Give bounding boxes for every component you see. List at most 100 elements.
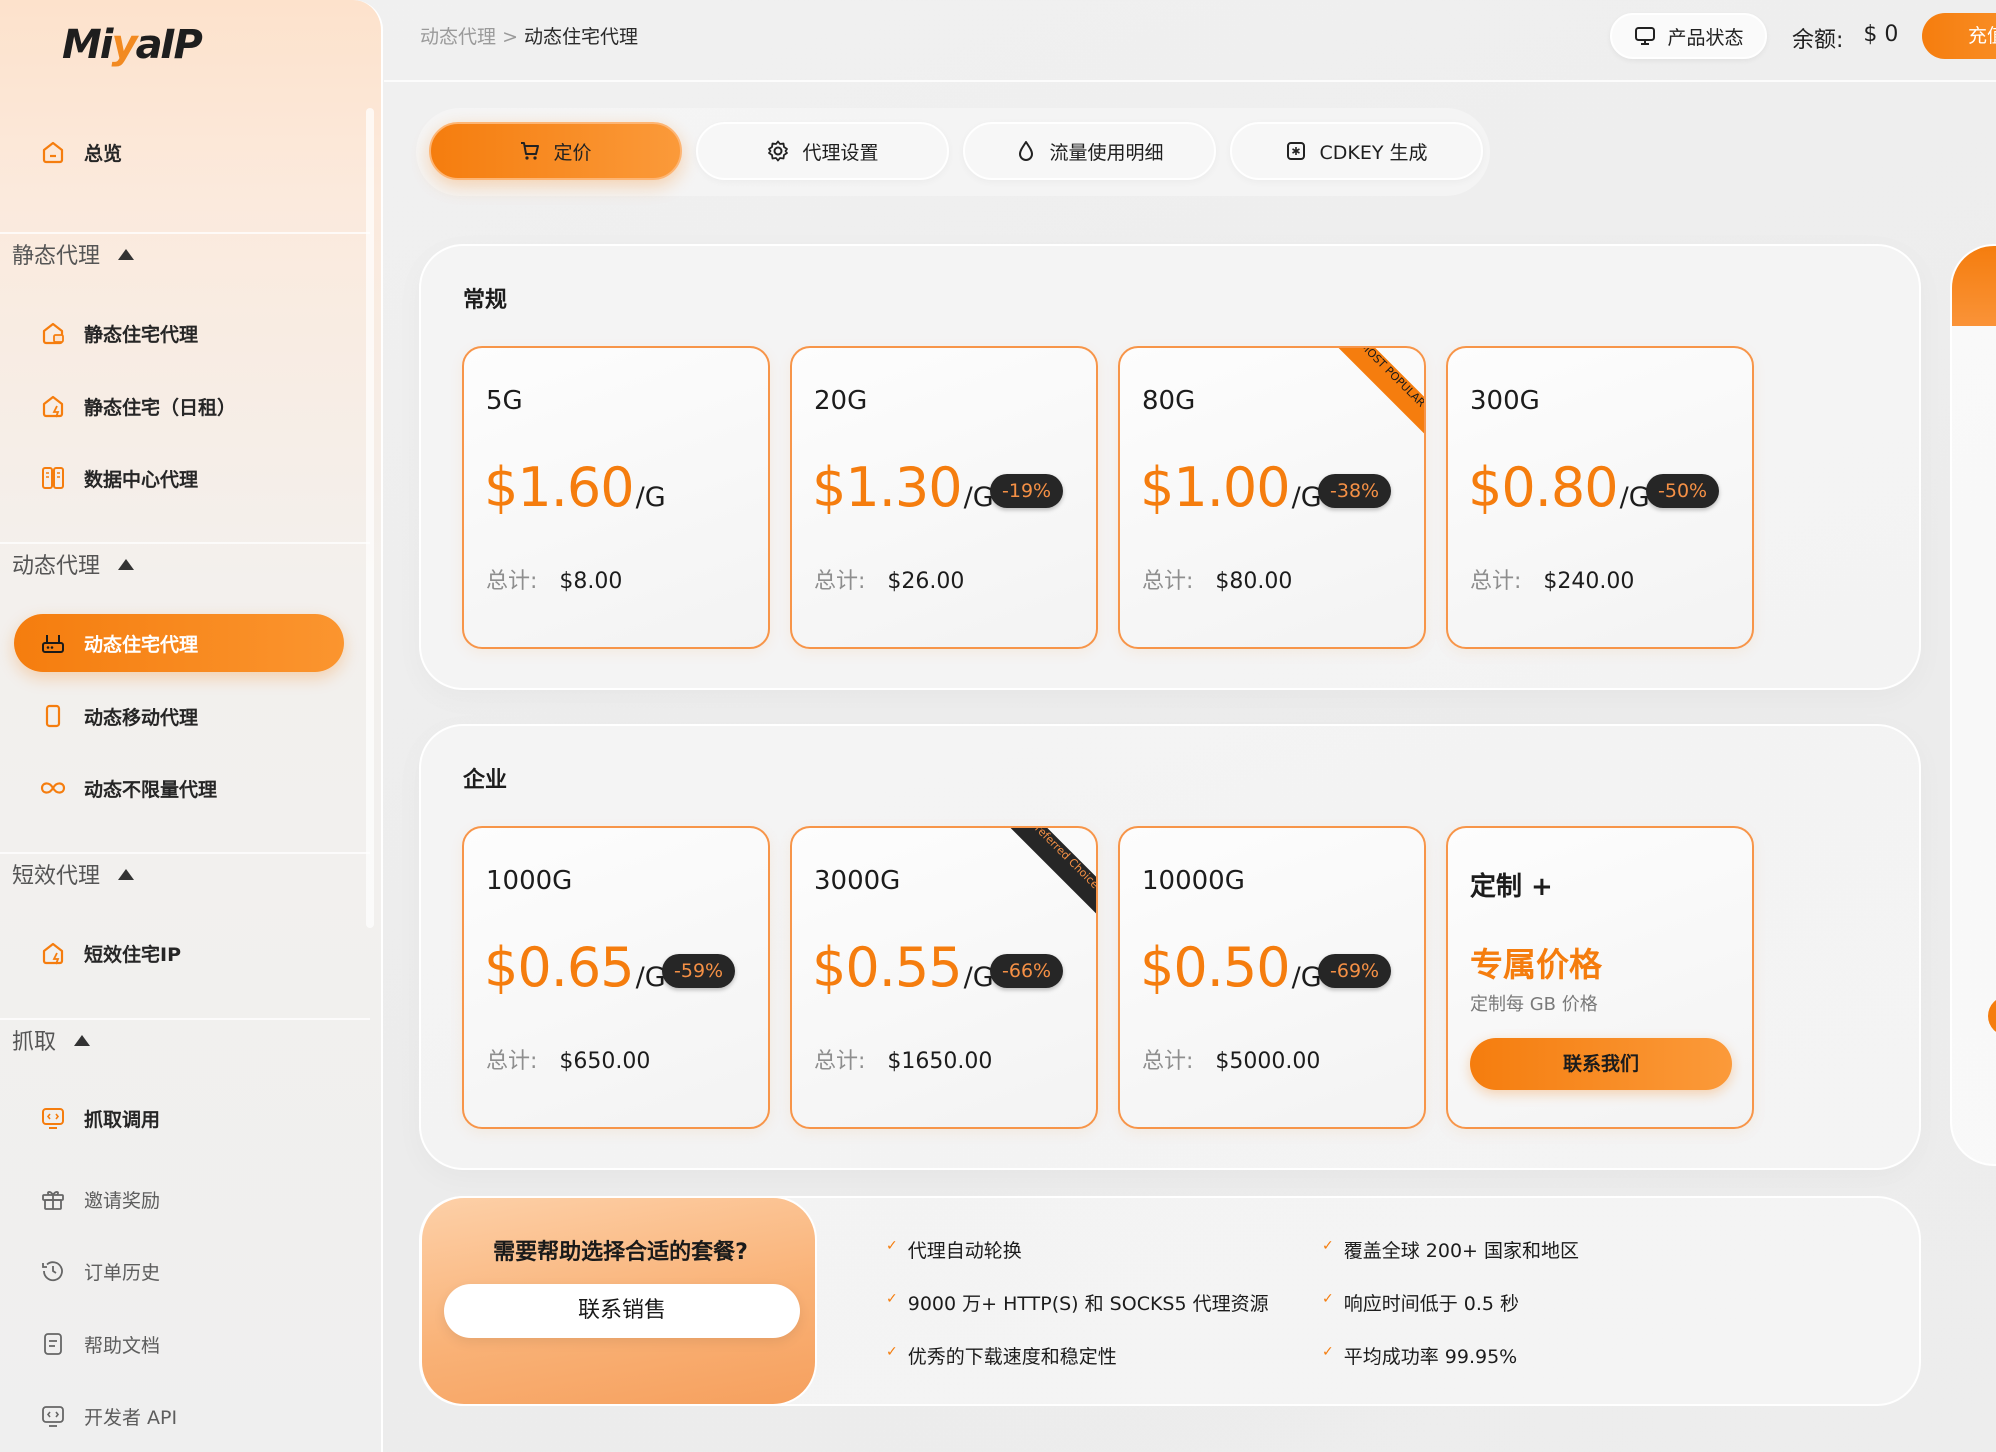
plan-total: 总计: $650.00 (486, 1043, 650, 1075)
sidebar-item-scrape-api[interactable]: 抓取调用 (14, 1089, 344, 1147)
header-divider (384, 80, 1996, 82)
contact-us-button[interactable]: 联系我们 (1470, 1038, 1732, 1090)
sidebar-item-label: 帮助文档 (84, 1334, 161, 1357)
sidebar-item-dynamic-unlimited[interactable]: 动态不限量代理 (14, 759, 344, 817)
total-label: 总计: (486, 1049, 538, 1074)
divider (0, 1018, 370, 1020)
discount-badge: -66% (990, 954, 1064, 988)
tab-label: CDKEY 生成 (1319, 141, 1428, 164)
tab-traffic-usage[interactable]: 流量使用明细 (963, 122, 1216, 180)
sidebar-section-scrape[interactable]: 抓取 (12, 1024, 91, 1056)
sidebar-item-label: 邀请奖励 (84, 1189, 161, 1212)
price-value: $1.30 (812, 456, 963, 519)
price-value: $1.60 (484, 456, 635, 519)
sidebar-item-static-daily[interactable]: 静态住宅（日租） (14, 377, 344, 435)
mobile-phone-icon (38, 701, 68, 731)
plan-card-1000g[interactable]: 1000G $0.65/G -59% 总计: $650.00 (462, 826, 770, 1129)
brand-logo[interactable]: MiyaIP (62, 22, 203, 86)
sidebar-item-dev-api[interactable]: 开发者 API (14, 1387, 344, 1445)
feature-item: ✓ 优秀的下载速度和稳定性 (886, 1342, 1117, 1369)
tab-proxy-settings[interactable]: 代理设置 (696, 122, 949, 180)
sidebar: MiyaIP 总览 静态代理 静态住宅代理 静态住宅（日租） 数据中心代理 动态… (0, 0, 383, 1452)
feature-text: 优秀的下载速度和稳定性 (907, 1346, 1117, 1368)
side-panel-button[interactable] (1988, 996, 1996, 1036)
plan-card-3000g[interactable]: Preferred Choice 3000G $0.55/G -66% 总计: $… (790, 826, 1098, 1129)
plan-price: $1.60/G (484, 456, 666, 519)
price-unit: /G (1619, 482, 1650, 513)
sidebar-item-label: 静态住宅代理 (84, 323, 199, 346)
plan-card-custom: 定制 + 专属价格 定制每 GB 价格 联系我们 (1446, 826, 1754, 1129)
sidebar-item-orders[interactable]: 订单历史 (14, 1242, 344, 1300)
document-icon (38, 1329, 68, 1359)
total-value: $80.00 (1215, 569, 1293, 594)
house-lock-icon (38, 318, 68, 348)
sidebar-section-static[interactable]: 静态代理 (12, 238, 135, 270)
sidebar-item-label: 开发者 API (84, 1406, 178, 1429)
preferred-choice-ribbon: Preferred Choice (1001, 828, 1096, 918)
plan-size: 5G (486, 386, 523, 416)
section-label: 动态代理 (12, 554, 101, 579)
feature-item: ✓ 响应时间低于 0.5 秒 (1322, 1289, 1519, 1316)
total-value: $8.00 (559, 569, 623, 594)
plan-card-300g[interactable]: 300G $0.80/G -50% 总计: $240.00 (1446, 346, 1754, 649)
tab-cdkey[interactable]: CDKEY 生成 (1230, 122, 1483, 180)
custom-plan-subtitle: 定制每 GB 价格 (1470, 994, 1598, 1015)
plan-card-20g[interactable]: 20G $1.30/G -19% 总计: $26.00 (790, 346, 1098, 649)
sidebar-section-short[interactable]: 短效代理 (12, 858, 135, 890)
price-unit: /G (1291, 482, 1322, 513)
feature-item: ✓ 9000 万+ HTTP(S) 和 SOCKS5 代理资源 (886, 1289, 1269, 1316)
help-title: 需要帮助选择合适的套餐? (493, 1240, 748, 1265)
collapse-triangle-icon (118, 558, 135, 570)
side-info-panel (1950, 244, 1996, 1166)
help-cta-box: 需要帮助选择合适的套餐? 联系销售 (420, 1196, 817, 1406)
sidebar-item-label: 数据中心代理 (84, 468, 199, 491)
sidebar-item-overview[interactable]: 总览 (14, 123, 344, 181)
contact-sales-button[interactable]: 联系销售 (444, 1284, 800, 1338)
gear-icon (768, 140, 789, 162)
check-icon: ✓ (1322, 1237, 1334, 1254)
product-status-button[interactable]: 产品状态 (1610, 13, 1767, 59)
house-bolt-icon (38, 391, 68, 421)
breadcrumb-parent[interactable]: 动态代理 (420, 26, 496, 48)
divider (0, 232, 370, 234)
most-popular-ribbon: MOST POPULAR (1329, 348, 1424, 438)
recharge-button[interactable]: 充值 (1922, 13, 1996, 59)
product-status-label: 产品状态 (1667, 26, 1744, 49)
total-value: $1650.00 (887, 1049, 993, 1074)
plan-card-80g[interactable]: MOST POPULAR 80G $1.00/G -38% 总计: $80.00 (1118, 346, 1426, 649)
feature-item: ✓ 平均成功率 99.95% (1322, 1342, 1517, 1369)
code-window-icon (38, 1103, 68, 1133)
plan-card-10000g[interactable]: 10000G $0.50/G -69% 总计: $5000.00 (1118, 826, 1426, 1129)
plan-price: $0.55/G (812, 936, 994, 999)
price-value: $0.65 (484, 936, 635, 999)
breadcrumb: 动态代理 > 动态住宅代理 (420, 22, 638, 49)
collapse-triangle-icon (74, 1034, 91, 1046)
panel-title: 常规 (463, 288, 508, 313)
tab-pricing[interactable]: 定价 (429, 122, 682, 180)
breadcrumb-separator: > (502, 26, 518, 48)
price-value: $0.50 (1140, 936, 1291, 999)
sidebar-item-short-residential[interactable]: 短效住宅IP (14, 924, 344, 982)
sidebar-item-static-residential[interactable]: 静态住宅代理 (14, 304, 344, 362)
sidebar-item-dynamic-mobile[interactable]: 动态移动代理 (14, 687, 344, 745)
regular-plans-panel: 常规 5G $1.60/G 总计: $8.00 20G $1.30/G -19% … (419, 244, 1921, 690)
sidebar-item-label: 总览 (84, 142, 123, 165)
sidebar-item-invite[interactable]: 邀请奖励 (14, 1170, 344, 1228)
section-label: 静态代理 (12, 244, 101, 269)
sidebar-item-label: 短效住宅IP (84, 943, 181, 966)
plan-total: 总计: $80.00 (1142, 563, 1292, 595)
sidebar-item-docs[interactable]: 帮助文档 (14, 1315, 344, 1373)
total-value: $240.00 (1543, 569, 1635, 594)
discount-badge: -59% (662, 954, 736, 988)
plan-total: 总计: $5000.00 (1142, 1043, 1320, 1075)
sidebar-item-datacenter[interactable]: 数据中心代理 (14, 449, 344, 507)
sidebar-section-dynamic[interactable]: 动态代理 (12, 548, 135, 580)
logo-text-suffix: aIP (135, 22, 203, 68)
sidebar-scrollbar[interactable] (366, 108, 374, 928)
water-drop-icon (1019, 141, 1034, 161)
collapse-triangle-icon (118, 868, 135, 880)
section-label: 抓取 (12, 1030, 57, 1055)
server-rack-icon (38, 463, 68, 493)
sidebar-item-dynamic-residential[interactable]: 动态住宅代理 (14, 614, 344, 672)
plan-card-5g[interactable]: 5G $1.60/G 总计: $8.00 (462, 346, 770, 649)
